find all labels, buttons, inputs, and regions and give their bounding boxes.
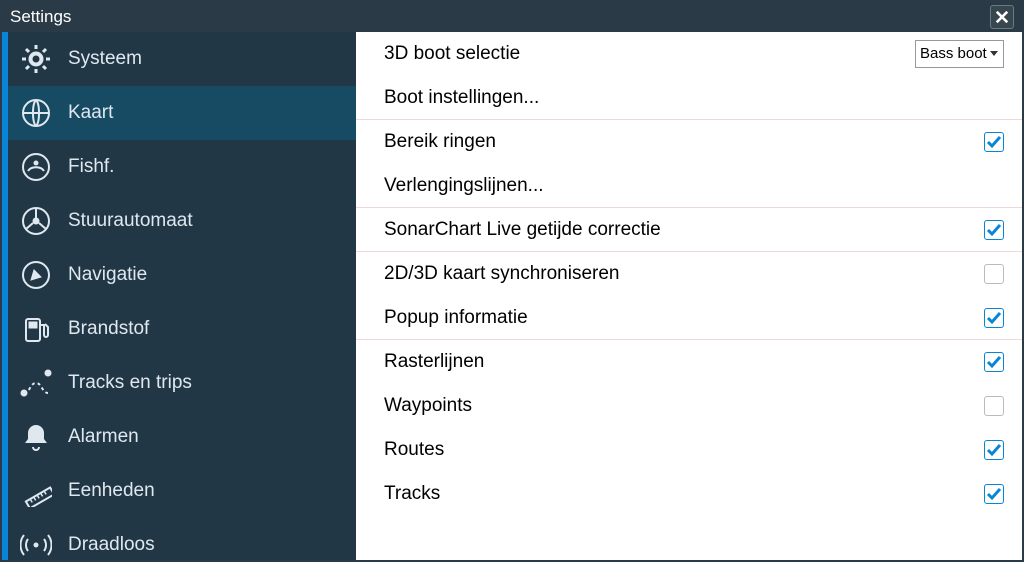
row-label: Boot instellingen... (384, 87, 1004, 109)
globe-icon (18, 95, 54, 131)
route-icon (18, 365, 54, 401)
sidebar-item-brandstof[interactable]: Brandstof (8, 302, 356, 356)
checkbox[interactable] (984, 220, 1004, 240)
row-verlengingslijnen[interactable]: Verlengingslijnen... (356, 164, 1022, 208)
fuel-icon (18, 311, 54, 347)
sidebar-item-label: Draadloos (68, 534, 155, 556)
row-rasterlijnen[interactable]: Rasterlijnen (356, 340, 1022, 384)
row-tracks[interactable]: Tracks (356, 472, 1022, 516)
row-label: Verlengingslijnen... (384, 175, 1004, 197)
checkbox[interactable] (984, 440, 1004, 460)
sidebar-item-tracks-en-trips[interactable]: Tracks en trips (8, 356, 356, 410)
check-icon (986, 222, 1002, 238)
sonar-icon (18, 149, 54, 185)
3d-boot-select[interactable]: Bass boot (915, 40, 1004, 68)
sidebar-item-label: Stuurautomaat (68, 210, 193, 232)
compass-icon (18, 257, 54, 293)
check-icon (986, 486, 1002, 502)
content: Systeem Kaart Fishf. Stuurautomaat Navig… (2, 32, 1022, 560)
settings-panel: 3D boot selectie Bass boot Boot instelli… (356, 32, 1022, 560)
sidebar-item-systeem[interactable]: Systeem (8, 32, 356, 86)
titlebar: Settings (2, 2, 1022, 32)
sidebar-item-navigatie[interactable]: Navigatie (8, 248, 356, 302)
gear-icon (18, 41, 54, 77)
window-title: Settings (10, 7, 990, 27)
sidebar-item-label: Kaart (68, 102, 113, 124)
checkbox[interactable] (984, 396, 1004, 416)
sidebar-item-label: Systeem (68, 48, 142, 70)
row-label: 3D boot selectie (384, 43, 915, 65)
sidebar-item-alarmen[interactable]: Alarmen (8, 410, 356, 464)
sidebar-item-label: Fishf. (68, 156, 114, 178)
sidebar-item-label: Brandstof (68, 318, 149, 340)
sidebar-item-label: Eenheden (68, 480, 155, 502)
row-label: Bereik ringen (384, 131, 984, 153)
sidebar-item-draadloos[interactable]: Draadloos (8, 518, 356, 560)
sidebar-item-kaart[interactable]: Kaart (8, 86, 356, 140)
sidebar-item-stuurautomaat[interactable]: Stuurautomaat (8, 194, 356, 248)
ruler-icon (18, 473, 54, 509)
sidebar-item-label: Tracks en trips (68, 372, 192, 394)
row-label: Rasterlijnen (384, 351, 984, 373)
row-popup-informatie[interactable]: Popup informatie (356, 296, 1022, 340)
row-label: SonarChart Live getijde correctie (384, 219, 984, 241)
row-3d-boot-selectie[interactable]: 3D boot selectie Bass boot (356, 32, 1022, 76)
wheel-icon (18, 203, 54, 239)
check-icon (986, 310, 1002, 326)
close-button[interactable] (990, 5, 1014, 29)
row-label: Popup informatie (384, 307, 984, 329)
sidebar-item-label: Alarmen (68, 426, 139, 448)
row-2d3d-sync[interactable]: 2D/3D kaart synchroniseren (356, 252, 1022, 296)
row-sonarchart-live[interactable]: SonarChart Live getijde correctie (356, 208, 1022, 252)
check-icon (986, 442, 1002, 458)
bell-icon (18, 419, 54, 455)
select-wrap: Bass boot (915, 40, 1004, 68)
checkbox[interactable] (984, 308, 1004, 328)
wireless-icon (18, 527, 54, 560)
row-label: Tracks (384, 483, 984, 505)
row-boot-instellingen[interactable]: Boot instellingen... (356, 76, 1022, 120)
row-label: 2D/3D kaart synchroniseren (384, 263, 984, 285)
row-label: Waypoints (384, 395, 984, 417)
checkbox[interactable] (984, 352, 1004, 372)
row-label: Routes (384, 439, 984, 461)
row-routes[interactable]: Routes (356, 428, 1022, 472)
row-waypoints[interactable]: Waypoints (356, 384, 1022, 428)
sidebar: Systeem Kaart Fishf. Stuurautomaat Navig… (2, 32, 356, 560)
checkbox[interactable] (984, 264, 1004, 284)
close-icon (995, 10, 1009, 24)
sidebar-item-eenheden[interactable]: Eenheden (8, 464, 356, 518)
row-bereik-ringen[interactable]: Bereik ringen (356, 120, 1022, 164)
check-icon (986, 354, 1002, 370)
checkbox[interactable] (984, 484, 1004, 504)
sidebar-item-label: Navigatie (68, 264, 147, 286)
checkbox[interactable] (984, 132, 1004, 152)
sidebar-item-fishf[interactable]: Fishf. (8, 140, 356, 194)
check-icon (986, 134, 1002, 150)
